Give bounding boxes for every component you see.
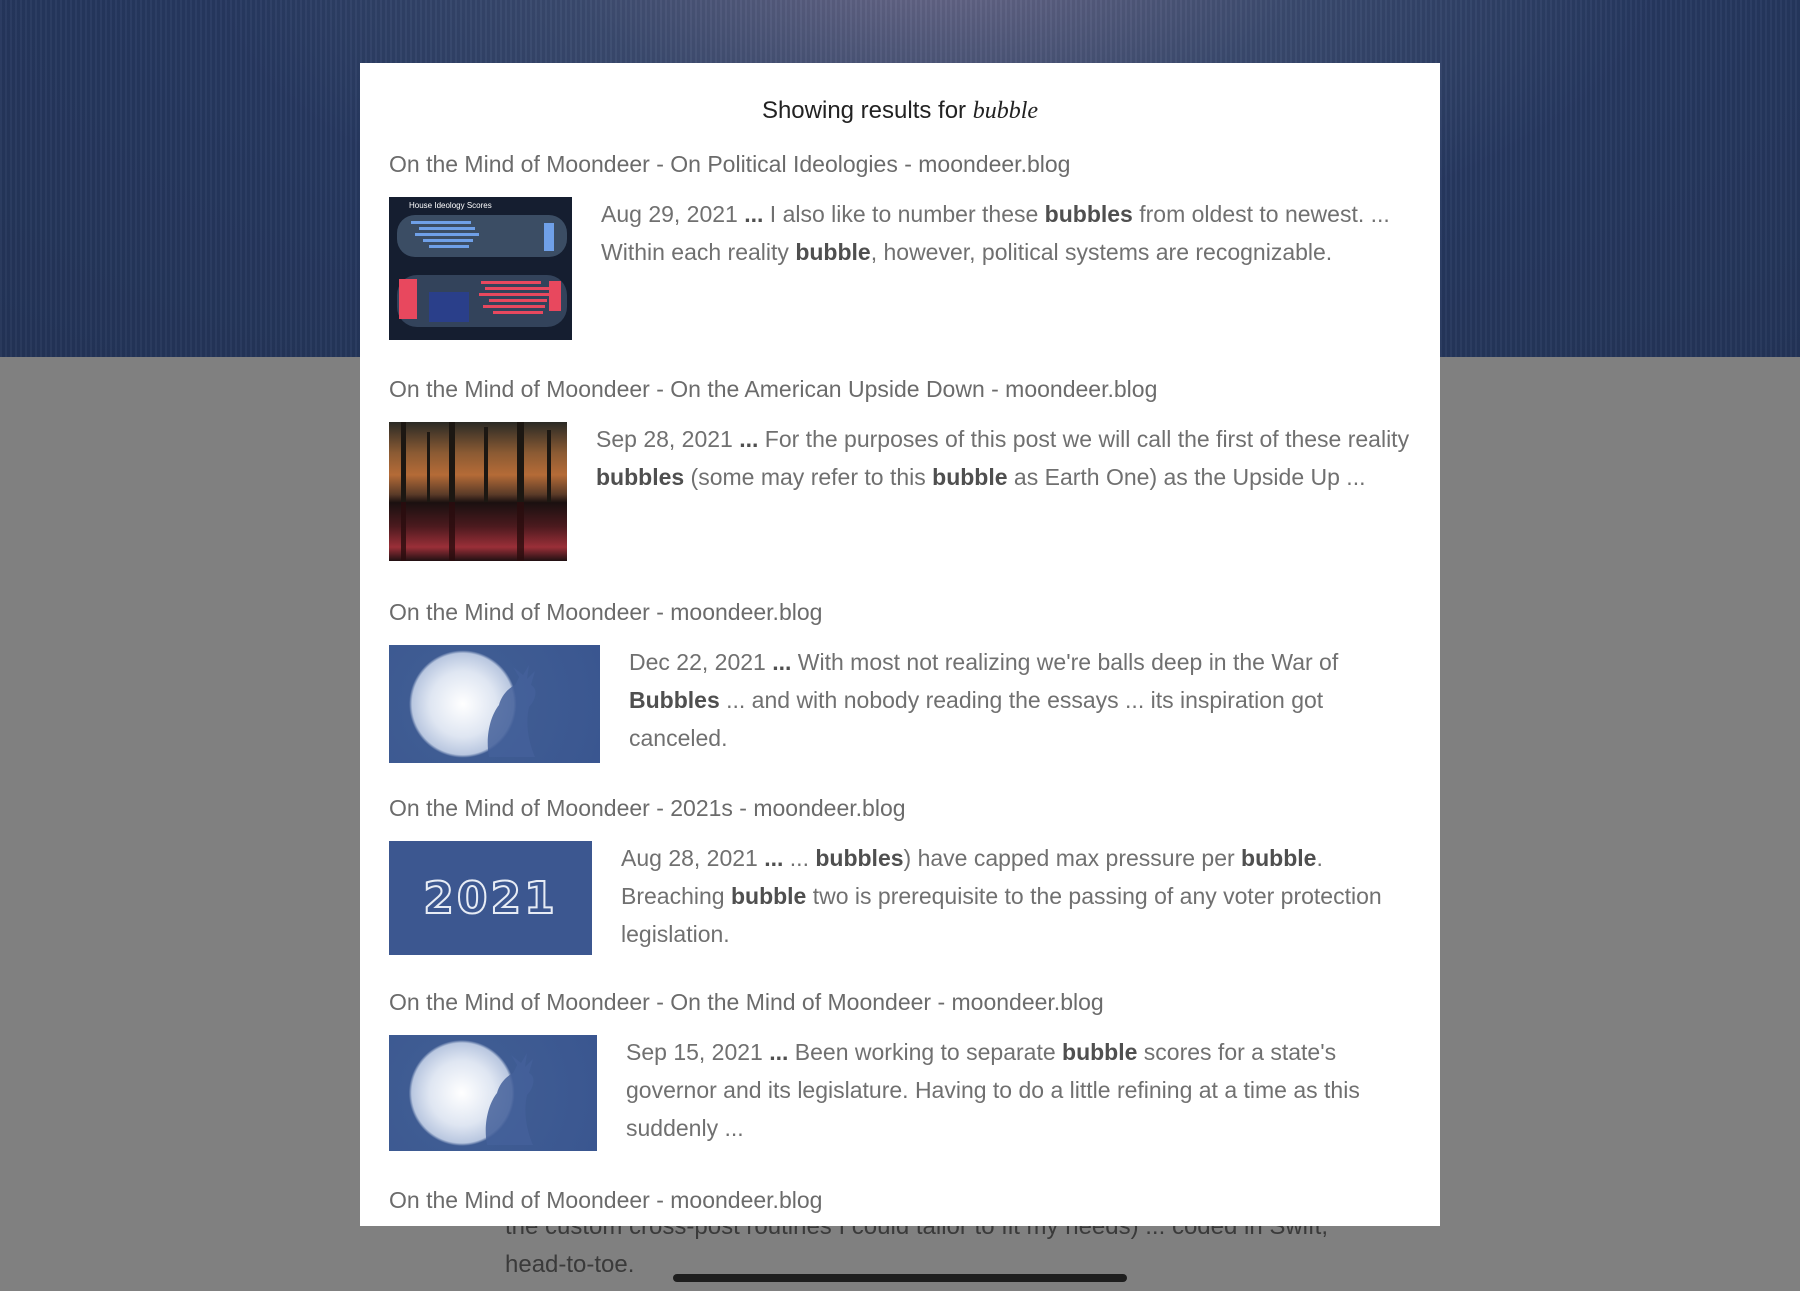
result-thumbnail[interactable] [389, 422, 567, 561]
highlighted-term: ... [764, 845, 784, 871]
search-result: On the Mind of Moondeer - 2021s - moonde… [389, 791, 1411, 955]
result-snippet: Aug 29, 2021 ... I also like to number t… [601, 195, 1411, 271]
snippet-text: (some may refer to this [684, 464, 933, 490]
highlighted-term: bubble [1241, 845, 1317, 871]
result-body: Sep 15, 2021 ... Been working to separat… [389, 1035, 1411, 1151]
snippet-text: Sep 15, 2021 [626, 1039, 770, 1065]
highlighted-term: ... [769, 1039, 789, 1065]
result-snippet: Aug 28, 2021 ... ... bubbles) have cappe… [621, 839, 1411, 953]
result-snippet: Sep 28, 2021 ... For the purposes of thi… [596, 420, 1411, 496]
search-result: On the Mind of Moondeer - On Political I… [389, 147, 1411, 340]
result-title-link[interactable]: On the Mind of Moondeer - On Political I… [389, 147, 1411, 181]
results-heading: Showing results for bubble [360, 91, 1440, 131]
result-thumbnail[interactable] [389, 645, 600, 763]
search-result: On the Mind of Moondeer - On the America… [389, 372, 1411, 561]
result-title-link[interactable]: On the Mind of Moondeer - moondeer.blog [389, 595, 1411, 629]
result-thumbnail[interactable] [389, 1035, 597, 1151]
ideology-chart-thumbnail: House Ideology Scores [389, 197, 572, 340]
highlighted-term: bubble [795, 239, 871, 265]
highlighted-term: ... [739, 426, 759, 452]
snippet-text: For the purposes of this post we will ca… [758, 426, 1410, 452]
thumbnail-label: House Ideology Scores [409, 201, 492, 210]
snippet-text: Dec 22, 2021 [629, 649, 773, 675]
search-result: On the Mind of Moondeer - moondeer.blog [389, 1183, 1411, 1217]
result-snippet: Sep 15, 2021 ... Been working to separat… [626, 1033, 1411, 1147]
search-results-modal: Showing results for bubble On the Mind o… [360, 63, 1440, 1226]
highlighted-term: bubble [932, 464, 1008, 490]
search-result: On the Mind of Moondeer - On the Mind of… [389, 985, 1411, 1151]
result-body: Sep 28, 2021 ... For the purposes of thi… [389, 422, 1411, 561]
highlighted-term: ... [772, 649, 792, 675]
snippet-text: ) have capped max pressure per [903, 845, 1242, 871]
result-title-link[interactable]: On the Mind of Moondeer - On the America… [389, 372, 1411, 406]
highlighted-term: bubbles [596, 464, 685, 490]
result-title-link[interactable]: On the Mind of Moondeer - On the Mind of… [389, 985, 1411, 1019]
search-query: bubble [972, 98, 1039, 124]
result-snippet: Dec 22, 2021 ... With most not realizing… [629, 643, 1411, 757]
snippet-text: I also like to number these [763, 201, 1045, 227]
result-title-link[interactable]: On the Mind of Moondeer - 2021s - moonde… [389, 791, 1411, 825]
snippet-text: Aug 28, 2021 [621, 845, 765, 871]
moondeer-logo-thumbnail [487, 665, 536, 757]
result-body: 2021 Aug 28, 2021 ... ... bubbles) have … [389, 841, 1411, 955]
snippet-text: ... [783, 845, 816, 871]
highlighted-term: Bubbles [629, 687, 720, 713]
snippet-text: Aug 29, 2021 [601, 201, 745, 227]
highlighted-term: bubbles [1044, 201, 1133, 227]
moondeer-logo-thumbnail [485, 1053, 534, 1145]
thumbnail-label: 2021 [422, 872, 558, 925]
snippet-text: as Earth One) as the Upside Up ... [1007, 464, 1366, 490]
result-thumbnail[interactable]: 2021 [389, 841, 592, 955]
home-indicator[interactable] [673, 1274, 1127, 1282]
results-heading-prefix: Showing results for [761, 97, 973, 124]
result-body: Dec 22, 2021 ... With most not realizing… [389, 645, 1411, 763]
result-body: House Ideology Scores Aug 29, 2021 ... I… [389, 197, 1411, 340]
search-result: On the Mind of Moondeer - moondeer.blog … [389, 595, 1411, 763]
highlighted-term: ... [744, 201, 764, 227]
result-title-link[interactable]: On the Mind of Moondeer - moondeer.blog [389, 1183, 1411, 1217]
forest-reflection-thumbnail [401, 422, 551, 561]
result-thumbnail[interactable]: House Ideology Scores [389, 197, 572, 340]
snippet-text: , however, political systems are recogni… [870, 239, 1333, 265]
highlighted-term: bubbles [815, 845, 904, 871]
snippet-text: Sep 28, 2021 [596, 426, 740, 452]
snippet-text: With most not realizing we're balls deep… [791, 649, 1339, 675]
snippet-text: Been working to separate [788, 1039, 1063, 1065]
highlighted-term: bubble [730, 883, 807, 909]
highlighted-term: bubble [1062, 1039, 1138, 1065]
snippet-text: ... and with nobody reading the essays .… [629, 687, 1324, 751]
